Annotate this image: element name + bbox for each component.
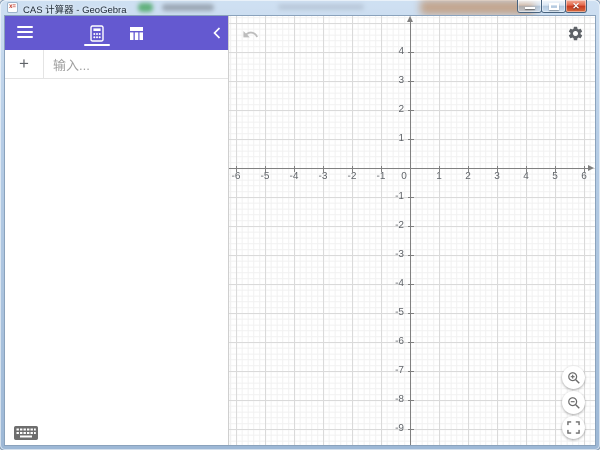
y-tick-label: -1 xyxy=(395,191,404,202)
app-icon: x= xyxy=(7,2,18,13)
app-icon-label: x= xyxy=(9,4,16,10)
x-tick-label: -4 xyxy=(289,171,299,182)
y-tick xyxy=(408,81,414,82)
y-tick xyxy=(408,429,414,430)
y-tick-label: 4 xyxy=(398,46,404,57)
y-tick-label: -6 xyxy=(395,336,404,347)
collapse-panel-button[interactable] xyxy=(213,16,221,50)
zoom-in-button[interactable] xyxy=(562,366,585,389)
glass-blur-decoration xyxy=(138,3,153,12)
close-button[interactable]: ✕ xyxy=(565,0,587,13)
y-tick xyxy=(408,139,414,140)
window-controls: ✕ xyxy=(517,0,587,13)
y-tick-label: -3 xyxy=(395,249,404,260)
y-tick-label: -7 xyxy=(395,365,404,376)
tab-table[interactable] xyxy=(125,16,149,50)
y-tick-label: -8 xyxy=(395,394,404,405)
app-header xyxy=(5,16,228,50)
y-tick xyxy=(408,342,414,343)
settings-button[interactable] xyxy=(567,25,584,42)
zoom-out-button[interactable] xyxy=(562,391,585,414)
y-tick xyxy=(408,255,414,256)
maximize-button[interactable] xyxy=(541,0,566,13)
y-tick-label: -5 xyxy=(395,307,404,318)
glass-blur-decoration xyxy=(162,4,214,11)
x-tick-label: 0 xyxy=(401,171,407,182)
x-tick-label: 3 xyxy=(494,171,500,182)
cas-input[interactable]: 输入... xyxy=(44,50,228,78)
x-tick-label: -3 xyxy=(318,171,328,182)
y-tick-label: 2 xyxy=(398,104,404,115)
y-tick-label: -4 xyxy=(395,278,404,289)
keyboard-toggle-button[interactable] xyxy=(13,425,39,441)
x-tick-label: -5 xyxy=(260,171,270,182)
y-tick xyxy=(408,226,414,227)
graphics-view[interactable]: -6 -5 -4 -3 -2 -1 0 1 2 3 4 5 6 4 3 2 1 -1 -2 -3 -4 -5 -6 -7 -8 -… xyxy=(228,16,595,445)
titlebar[interactable]: x= CAS 计算器 - GeoGebra ✕ xyxy=(0,0,600,16)
x-tick-label: 5 xyxy=(552,171,558,182)
y-tick xyxy=(408,197,414,198)
cas-panel: + 输入... xyxy=(5,16,228,445)
window-content: + 输入... -6 -5 -4 -3 -2 -1 0 1 2 3 4 5 6 … xyxy=(4,15,596,446)
zoom-out-icon xyxy=(567,396,580,409)
add-row-button[interactable]: + xyxy=(5,50,44,78)
y-axis xyxy=(409,21,411,445)
window-title: CAS 计算器 - GeoGebra xyxy=(23,5,127,16)
fullscreen-icon xyxy=(567,421,580,434)
y-tick xyxy=(408,284,414,285)
app-window: x= CAS 计算器 - GeoGebra ✕ + 输入... -6 -5 -4… xyxy=(0,0,600,450)
maximize-icon xyxy=(549,3,559,10)
zoom-in-icon xyxy=(567,371,580,384)
y-tick-label: 3 xyxy=(398,75,404,86)
x-tick-label: 2 xyxy=(465,171,471,182)
view-tabs xyxy=(5,16,228,50)
minimize-button[interactable] xyxy=(517,0,542,13)
undo-icon xyxy=(243,30,258,38)
x-tick-label: 4 xyxy=(523,171,529,182)
x-tick-label: -1 xyxy=(376,171,386,182)
close-icon: ✕ xyxy=(572,1,580,11)
x-tick-label: 6 xyxy=(581,171,587,182)
calculator-icon xyxy=(89,24,104,42)
y-axis-arrow xyxy=(406,16,413,22)
x-axis-arrow xyxy=(588,164,594,171)
table-icon xyxy=(130,26,143,40)
input-placeholder: 输入... xyxy=(53,57,90,73)
y-tick-label: -2 xyxy=(395,220,404,231)
y-tick xyxy=(408,400,414,401)
y-tick xyxy=(408,371,414,372)
y-tick xyxy=(408,110,414,111)
fullscreen-button[interactable] xyxy=(562,416,585,439)
y-tick xyxy=(408,52,414,53)
glass-blur-decoration xyxy=(278,4,364,10)
gear-icon xyxy=(568,26,583,41)
y-tick-label: 1 xyxy=(398,133,404,144)
cas-input-row: + 输入... xyxy=(5,50,228,79)
y-tick xyxy=(408,313,414,314)
tab-calculator[interactable] xyxy=(83,16,110,50)
x-tick-label: -2 xyxy=(347,171,357,182)
x-tick-label: 1 xyxy=(436,171,442,182)
y-tick-label: -9 xyxy=(395,423,404,434)
undo-button[interactable] xyxy=(242,26,260,44)
x-tick-label: -6 xyxy=(231,171,241,182)
minimize-icon xyxy=(525,7,535,9)
keyboard-icon xyxy=(14,426,38,440)
chevron-left-icon xyxy=(213,27,221,39)
